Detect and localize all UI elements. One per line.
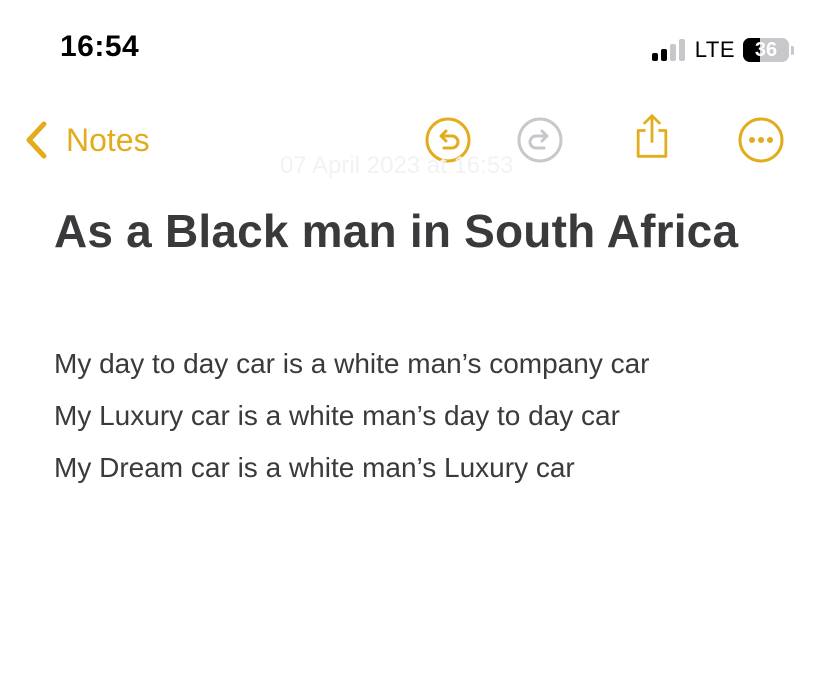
share-icon — [636, 114, 668, 158]
signal-bar — [669, 44, 676, 61]
battery-nub — [791, 45, 794, 55]
note-title[interactable]: As a Black man in South Africa — [54, 204, 738, 258]
battery-percent: 36 — [754, 39, 778, 61]
chevron-left-icon — [26, 121, 47, 159]
cellular-signal-icon — [651, 39, 685, 61]
more-button[interactable] — [737, 116, 785, 164]
share-button[interactable] — [628, 112, 676, 160]
status-indicators: LTE 36 — [651, 36, 794, 64]
network-type: LTE — [694, 37, 735, 62]
note-line: My Luxury car is a white man’s day to da… — [54, 400, 620, 431]
note-line: My day to day car is a white man’s compa… — [54, 348, 650, 379]
note-date: 07 April 2023 at 16:53 — [280, 152, 514, 179]
signal-bar — [660, 49, 667, 61]
battery-icon: 36 — [743, 38, 789, 62]
back-label: Notes — [66, 121, 150, 158]
status-bar: 16:54 LTE 36 — [0, 0, 828, 100]
status-time: 16:54 — [60, 30, 140, 63]
redo-button[interactable] — [516, 116, 564, 164]
ellipsis-circle-icon — [738, 117, 784, 163]
note-line: My Dream car is a white man’s Luxury car — [54, 452, 575, 483]
signal-bar — [651, 53, 658, 61]
note-body[interactable]: My day to day car is a white man’s compa… — [54, 338, 650, 494]
signal-bar — [678, 39, 685, 61]
redo-icon — [517, 117, 563, 163]
back-button[interactable]: Notes — [22, 118, 150, 162]
